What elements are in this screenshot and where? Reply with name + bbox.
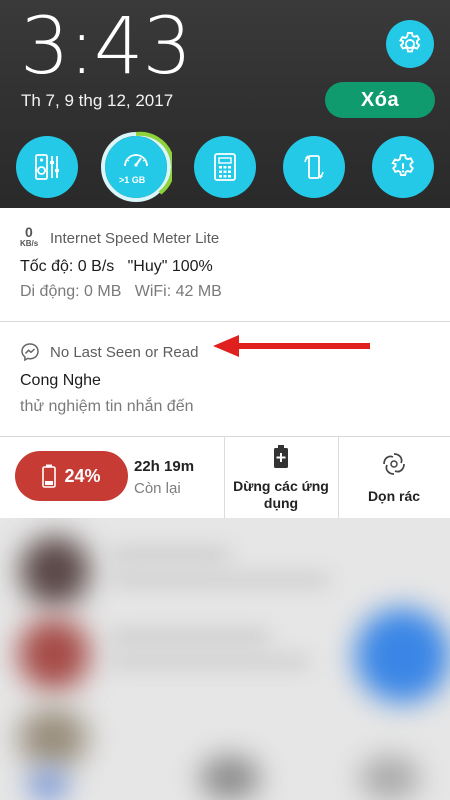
speed-icon-unit: KB/s [20,239,39,248]
battery-percent: 24% [64,465,101,486]
speed-icon-value: 0 [25,224,33,240]
blurred-avatar [18,618,90,690]
messenger-icon [21,343,39,362]
divider [338,437,339,518]
message-notification-header: No Last Seen or Read [20,342,198,362]
cleaner-button[interactable]: Dọn rác [340,451,448,504]
settings-button[interactable] [386,20,434,68]
battery-plus-icon [274,445,288,468]
memory-usage-ring [101,131,172,202]
blurred-item [200,756,260,800]
speed-line: Tốc độ: 0 B/s "Huy" 100% [20,258,213,275]
blurred-fab [355,608,450,703]
cleaner-label: Dọn rác [367,488,421,504]
speed-meter-header: 0 KB/s Internet Speed Meter Lite [20,224,220,250]
blurred-text [110,656,310,668]
settings-gear-icon [391,154,414,176]
quick-boost-button[interactable]: >1 GB [101,131,172,202]
blurred-avatar [20,536,90,606]
quick-settings-gear-button[interactable] [372,136,434,198]
red-arrow-annotation [213,335,370,357]
blurred-text [110,574,330,586]
blurred-item [28,770,68,800]
battery-widget: 24% 22h 19m Còn lại Dừng các ứng dụng Dọ… [0,437,450,518]
gear-icon [399,31,421,53]
usage-line: Di động: 0 MB WiFi: 42 MB [20,283,222,300]
date-label: Th 7, 9 thg 12, 2017 [21,91,174,110]
clear-all-button[interactable]: Xóa [325,82,435,118]
quick-settings-row: >1 GB [0,131,450,202]
auto-rotate-icon [304,155,324,179]
stop-apps-button[interactable]: Dừng các ứng dụng [226,445,336,512]
battery-remaining-time: 22h 19m [134,458,195,475]
battery-remaining-label: Còn lại [134,480,181,497]
speaker-equalizer-icon [35,154,59,180]
speed-meter-app-icon: 0 KB/s [20,224,42,250]
quick-audio-wizard-button[interactable] [16,136,78,198]
blurred-item [360,756,420,800]
quick-calculator-button[interactable] [194,136,256,198]
blurred-avatar [18,708,88,768]
blurred-background-content [0,518,450,800]
cleaner-swirl-icon [383,453,405,475]
quick-auto-rotate-button[interactable] [283,136,345,198]
stop-apps-label: Dừng các ứng dụng [233,478,329,511]
blurred-text [110,548,230,562]
calculator-icon [214,153,236,181]
battery-low-icon [42,464,57,488]
blurred-text [110,630,270,644]
battery-status-button[interactable]: 24% [15,451,128,501]
message-preview: thử nghiệm tin nhắn đến [20,398,194,415]
divider [224,437,225,518]
message-sender: Cong Nghe [20,372,101,389]
boost-memory-badge: >1 GB [119,175,146,185]
speed-meter-notification[interactable]: 0 KB/s Internet Speed Meter Lite Tốc độ:… [0,208,450,322]
speed-meter-app-name: Internet Speed Meter Lite [50,229,220,247]
clock: 3:43 [20,2,192,92]
message-app-name: No Last Seen or Read [50,343,199,361]
